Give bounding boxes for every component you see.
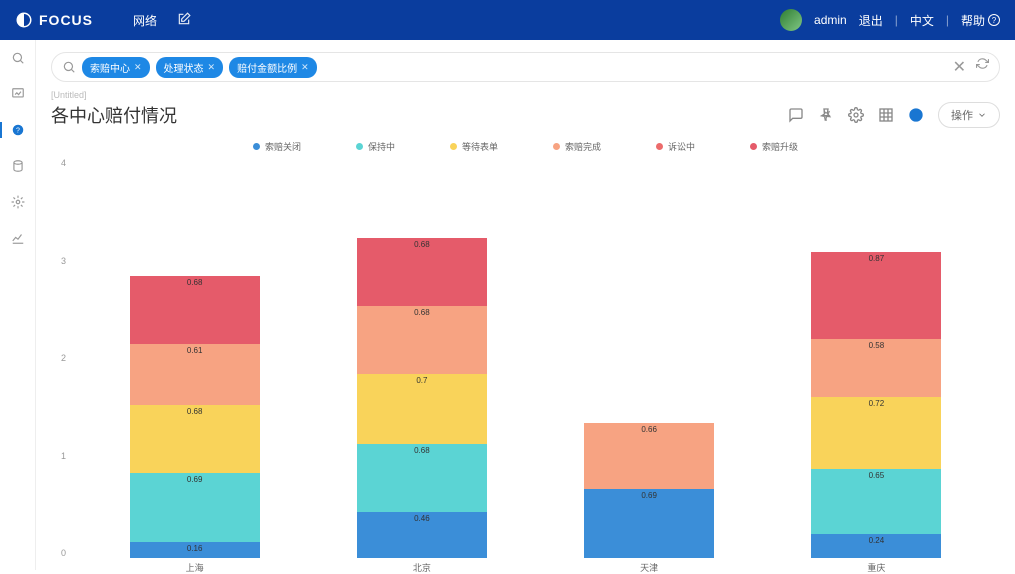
svg-text:?: ? [16,127,20,134]
legend-label: 等待表单 [462,140,498,153]
avatar[interactable] [780,9,802,31]
chevron-down-icon [977,110,987,120]
legend-dot [750,143,757,150]
bar-segment[interactable]: 0.68 [130,276,260,344]
bar-segment[interactable]: 0.68 [357,238,487,306]
legend-item[interactable]: 诉讼中 [656,140,695,153]
bar-group[interactable]: 0.460.680.70.680.68 [357,238,487,558]
legend-dot [450,143,457,150]
legend-item[interactable]: 索赔升级 [750,140,798,153]
y-tick: 4 [61,158,66,168]
sidebar: ? [0,40,36,570]
pie-chart-icon[interactable] [908,107,924,123]
table-icon[interactable] [878,107,894,123]
search-icon[interactable] [10,50,26,66]
legend-label: 索赔关闭 [265,140,301,153]
x-tick: 重庆 [811,561,941,574]
legend-label: 诉讼中 [668,140,695,153]
legend-dot [253,143,260,150]
x-tick: 北京 [357,561,487,574]
nav-network[interactable]: 网络 [133,12,157,29]
bar-segment[interactable]: 0.16 [130,542,260,558]
x-tick: 上海 [130,561,260,574]
legend-item[interactable]: 保持中 [356,140,395,153]
dashboard-icon[interactable] [10,86,26,102]
y-axis: 4 3 2 1 0 [61,158,66,558]
bar-segment[interactable]: 0.72 [811,397,941,469]
bar-segment[interactable]: 0.69 [584,489,714,558]
username[interactable]: admin [814,13,847,27]
bar-group[interactable]: 0.690.66 [584,423,714,558]
gear-icon[interactable] [848,107,864,123]
legend-dot [656,143,663,150]
bar-segment[interactable]: 0.65 [811,469,941,534]
bar-segment[interactable]: 0.68 [357,306,487,374]
close-icon[interactable]: ✕ [208,62,216,73]
brand-text: FOCUS [39,12,93,28]
comment-icon[interactable] [788,107,804,123]
app-header: FOCUS 网络 admin 退出 | 中文 | 帮助 ? [0,0,1015,40]
title-actions: 操作 [788,102,1000,128]
x-tick: 天津 [584,561,714,574]
bar-group[interactable]: 0.160.690.680.610.68 [130,276,260,558]
divider: | [946,13,949,27]
focus-icon [15,11,33,29]
breadcrumb: [Untitled] [51,90,1000,100]
bar-segment[interactable]: 0.68 [357,444,487,512]
bar-segment[interactable]: 0.46 [357,512,487,558]
chart-plot: 0.160.690.680.610.680.460.680.70.680.680… [81,158,990,558]
pin-icon[interactable] [818,107,834,123]
clear-icon[interactable]: ✕ [953,57,966,77]
legend-label: 索赔完成 [565,140,601,153]
legend-item[interactable]: 等待表单 [450,140,498,153]
divider: | [895,13,898,27]
bar-segment[interactable]: 0.24 [811,534,941,558]
y-tick: 2 [61,353,66,363]
x-axis: 上海 北京 天津 重庆 [81,561,990,574]
legend-item[interactable]: 索赔完成 [553,140,601,153]
bar-segment[interactable]: 0.58 [811,339,941,397]
search-actions: ✕ [953,57,989,77]
legend-dot [553,143,560,150]
title-row: 各中心赔付情况 操作 [51,102,1000,128]
search-icon [62,60,76,74]
legend-dot [356,143,363,150]
filter-pill[interactable]: 索赔中心✕ [82,57,150,78]
lang-link[interactable]: 中文 [910,12,934,29]
legend-label: 保持中 [368,140,395,153]
filter-pill[interactable]: 处理状态✕ [156,57,224,78]
bar-segment[interactable]: 0.61 [130,344,260,405]
search-bar[interactable]: 索赔中心✕ 处理状态✕ 赔付金额比例✕ ✕ [51,52,1000,82]
bar-segment[interactable]: 0.69 [130,473,260,542]
main-content: 索赔中心✕ 处理状态✕ 赔付金额比例✕ ✕ [Untitled] 各中心赔付情况… [36,40,1015,570]
y-tick: 0 [61,548,66,558]
bar-group[interactable]: 0.240.650.720.580.87 [811,252,941,558]
database-icon[interactable] [10,158,26,174]
help-icon: ? [988,14,1000,26]
settings-icon[interactable] [10,194,26,210]
filter-pill[interactable]: 赔付金额比例✕ [229,57,317,78]
bar-segment[interactable]: 0.66 [584,423,714,489]
logout-link[interactable]: 退出 [859,12,883,29]
legend-label: 索赔升级 [762,140,798,153]
legend-item[interactable]: 索赔关闭 [253,140,301,153]
close-icon[interactable]: ✕ [301,62,309,73]
close-icon[interactable]: ✕ [134,62,142,73]
operation-button[interactable]: 操作 [938,102,1000,128]
refresh-icon[interactable] [976,57,989,77]
bar-segment[interactable]: 0.68 [130,405,260,473]
bar-segment[interactable]: 0.87 [811,252,941,339]
edit-icon[interactable] [177,12,191,29]
chart-area: 43210 0.160.690.680.610.680.460.680.70.6… [81,158,990,568]
y-tick: 1 [61,451,66,461]
y-tick: 3 [61,256,66,266]
trend-icon[interactable] [10,230,26,246]
header-right: admin 退出 | 中文 | 帮助 ? [780,9,1000,31]
brand-logo[interactable]: FOCUS [15,11,93,29]
page-title: 各中心赔付情况 [51,102,177,128]
bar-segment[interactable]: 0.7 [357,374,487,444]
help-link[interactable]: 帮助 ? [961,12,1000,29]
question-icon[interactable]: ? [10,122,26,138]
chart-legend: 索赔关闭 保持中 等待表单 索赔完成 诉讼中 索赔升级 [51,140,1000,153]
